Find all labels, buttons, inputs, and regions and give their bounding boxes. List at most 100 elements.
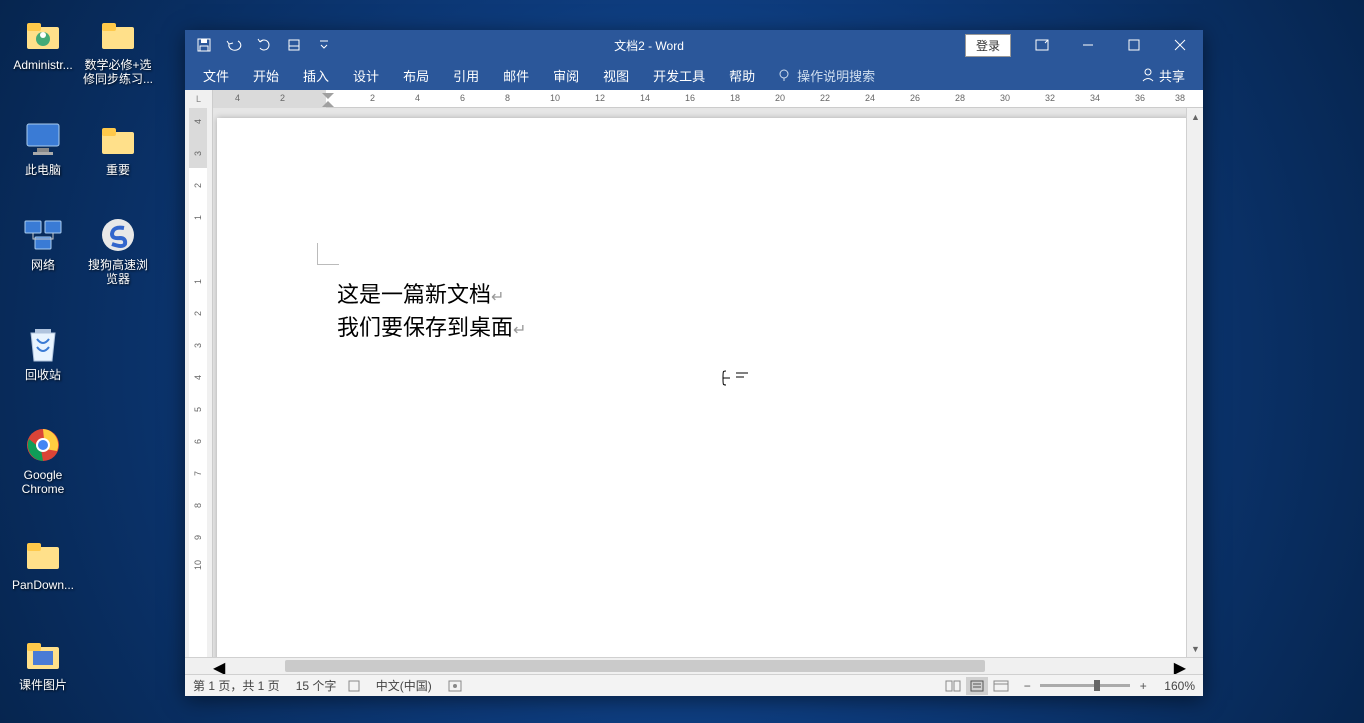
scroll-left-button[interactable]: ◀ (213, 658, 225, 674)
tab-help[interactable]: 帮助 (717, 60, 767, 91)
ribbon-tabs: 文件 开始 插入 设计 布局 引用 邮件 审阅 视图 开发工具 帮助 操作说明搜… (185, 60, 1203, 90)
doc-line-2: 我们要保存到桌面 (337, 315, 513, 340)
desktop-icon-folder-courseware-images[interactable]: 课件图片 (8, 635, 78, 692)
folder-icon (23, 535, 63, 575)
person-icon (1141, 68, 1155, 82)
qat-customize-button[interactable] (285, 36, 303, 54)
desktop-icon-folder-important[interactable]: 重要 (83, 120, 153, 177)
window-title: 文档2 - Word (333, 37, 965, 54)
zoom-slider: − + 160% (1020, 679, 1195, 693)
tab-references[interactable]: 引用 (441, 60, 491, 91)
status-macro-icon[interactable] (448, 680, 462, 692)
save-button[interactable] (195, 36, 213, 54)
desktop-icon-folder-pandown[interactable]: PanDown... (8, 535, 78, 592)
view-read-mode-button[interactable] (942, 677, 964, 695)
desktop-icon-label: 重要 (106, 163, 130, 177)
title-bar: 文档2 - Word 登录 (185, 30, 1203, 60)
scroll-up-button[interactable]: ▲ (1187, 108, 1203, 125)
user-folder-icon (23, 15, 63, 55)
status-page[interactable]: 第 1 页，共 1 页 (193, 677, 280, 694)
spellcheck-icon (348, 680, 360, 692)
page-scroll-area[interactable]: 这是一篇新文档↵ 我们要保存到桌面↵ (213, 108, 1186, 657)
tab-insert[interactable]: 插入 (291, 60, 341, 91)
horizontal-scrollbar[interactable]: ◀ ▶ (185, 657, 1203, 674)
maximize-button[interactable] (1111, 30, 1157, 60)
view-web-layout-button[interactable] (990, 677, 1012, 695)
scroll-down-button[interactable]: ▼ (1187, 640, 1203, 657)
tab-developer[interactable]: 开发工具 (641, 60, 717, 91)
tab-file[interactable]: 文件 (191, 60, 241, 91)
zoom-in-button[interactable]: + (1136, 679, 1150, 693)
computer-icon (23, 120, 63, 160)
doc-line-1: 这是一篇新文档 (337, 282, 491, 307)
redo-button[interactable] (255, 36, 273, 54)
paragraph-mark-icon: ↵ (491, 289, 504, 306)
vertical-ruler[interactable]: 4 3 2 1 1 2 3 4 5 6 7 8 9 10 (185, 108, 213, 657)
desktop-icon-label: Administr... (13, 58, 72, 72)
desktop-icon-folder-math[interactable]: 数学必修+选修同步练习... (83, 15, 153, 87)
ribbon-display-options-button[interactable] (1019, 30, 1065, 60)
share-button[interactable]: 共享 (1141, 66, 1197, 85)
recycle-bin-icon (23, 325, 63, 365)
hscroll-thumb[interactable] (285, 660, 985, 672)
hscroll-track[interactable] (225, 658, 1173, 674)
margin-corner-mark (317, 243, 339, 265)
undo-button[interactable] (225, 36, 243, 54)
desktop-icon-sogou-browser[interactable]: 搜狗高速浏览器 (83, 215, 153, 287)
desktop-icon-this-pc[interactable]: 此电脑 (8, 120, 78, 177)
scroll-right-button[interactable]: ▶ (1174, 658, 1186, 674)
tab-review[interactable]: 审阅 (541, 60, 591, 91)
sogou-icon (98, 215, 138, 255)
desktop-icon-chrome[interactable]: Google Chrome (8, 425, 78, 497)
status-word-count[interactable]: 15 个字 (296, 677, 360, 694)
view-print-layout-button[interactable] (966, 677, 988, 695)
chrome-icon (23, 425, 63, 465)
qat-more-button[interactable] (315, 36, 333, 54)
zoom-thumb[interactable] (1094, 680, 1100, 691)
desktop-icon-label: PanDown... (12, 578, 74, 592)
minimize-button[interactable] (1065, 30, 1111, 60)
zoom-out-button[interactable]: − (1020, 679, 1034, 693)
text-cursor-pointer (722, 370, 752, 386)
quick-access-toolbar (185, 36, 333, 54)
view-buttons (942, 677, 1012, 695)
lightbulb-icon (777, 68, 791, 82)
document-page[interactable]: 这是一篇新文档↵ 我们要保存到桌面↵ (217, 118, 1186, 657)
folder-icon (23, 635, 63, 675)
folder-icon (98, 15, 138, 55)
desktop-icon-administrator[interactable]: Administr... (8, 15, 78, 72)
desktop-icon-label: 此电脑 (25, 163, 61, 177)
desktop-icon-label: Google Chrome (8, 468, 78, 497)
desktop-icon-label: 数学必修+选修同步练习... (83, 58, 153, 87)
folder-icon (98, 120, 138, 160)
horizontal-ruler[interactable]: L 4 2 2 4 6 8 10 12 14 16 18 20 22 24 26… (185, 90, 1203, 108)
tab-design[interactable]: 设计 (341, 60, 391, 91)
paragraph-mark-icon: ↵ (513, 322, 526, 339)
vscroll-track[interactable] (1187, 125, 1203, 640)
tab-layout[interactable]: 布局 (391, 60, 441, 91)
close-button[interactable] (1157, 30, 1203, 60)
tell-me-label: 操作说明搜索 (797, 66, 875, 85)
desktop-icon-label: 网络 (31, 258, 55, 272)
zoom-level[interactable]: 160% (1164, 679, 1195, 693)
desktop-icon-label: 搜狗高速浏览器 (83, 258, 153, 287)
tab-view[interactable]: 视图 (591, 60, 641, 91)
vertical-scrollbar[interactable]: ▲ ▼ (1186, 108, 1203, 657)
status-bar: 第 1 页，共 1 页 15 个字 中文(中国) − + 160% (185, 674, 1203, 696)
tell-me-search[interactable]: 操作说明搜索 (777, 66, 875, 85)
network-icon (23, 215, 63, 255)
desktop-icon-label: 课件图片 (19, 678, 67, 692)
document-content[interactable]: 这是一篇新文档↵ 我们要保存到桌面↵ (337, 278, 526, 344)
editor-area: 4 3 2 1 1 2 3 4 5 6 7 8 9 10 这是一篇新文档↵ 我们… (185, 108, 1203, 657)
status-language[interactable]: 中文(中国) (376, 677, 432, 694)
share-label: 共享 (1159, 66, 1185, 85)
desktop-icon-label: 回收站 (25, 368, 61, 382)
word-window: 文档2 - Word 登录 文件 开始 插入 设计 布局 引用 邮件 审阅 视图… (185, 30, 1203, 696)
desktop-icon-network[interactable]: 网络 (8, 215, 78, 272)
tab-home[interactable]: 开始 (241, 60, 291, 91)
desktop-icon-recycle-bin[interactable]: 回收站 (8, 325, 78, 382)
ruler-corner: L (185, 90, 213, 108)
zoom-track[interactable] (1040, 684, 1130, 687)
tab-mailings[interactable]: 邮件 (491, 60, 541, 91)
login-button[interactable]: 登录 (965, 34, 1011, 57)
